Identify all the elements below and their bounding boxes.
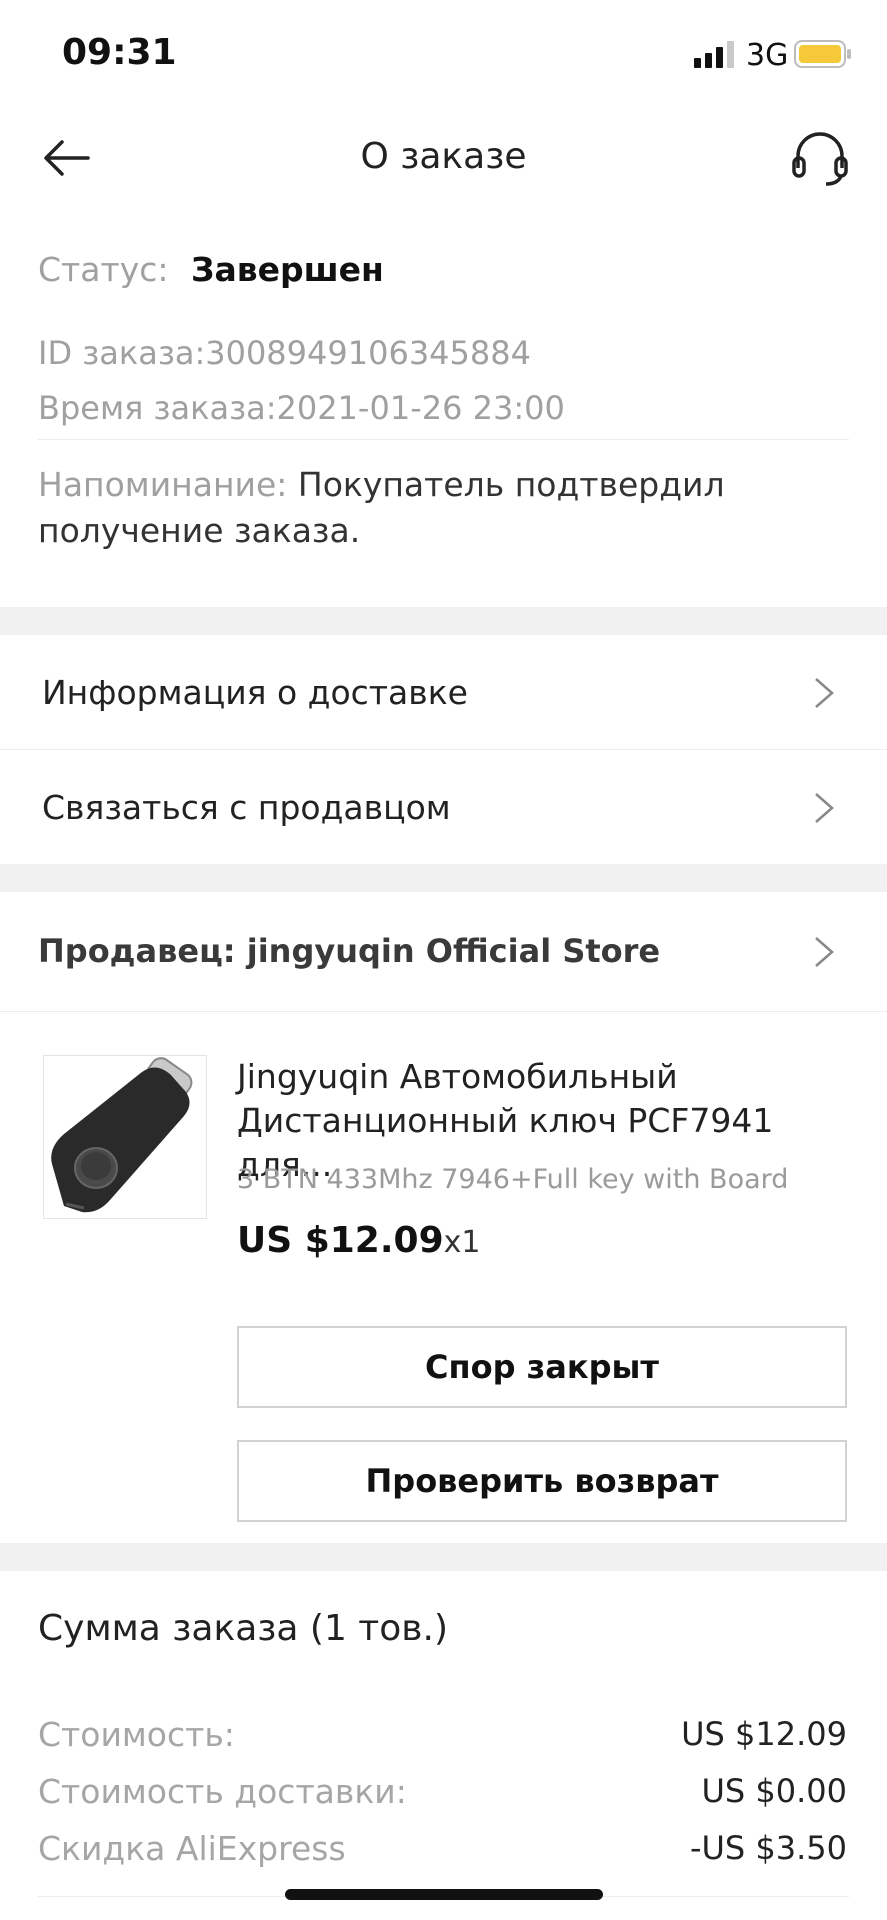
- reminder-text-line1: Покупатель подтвердил: [297, 465, 725, 504]
- car-key-image: [51, 1057, 193, 1213]
- dispute-closed-button[interactable]: Спор закрыт: [237, 1326, 847, 1408]
- summary-row-label: Стоимость доставки:: [38, 1772, 407, 1811]
- status-bar: 09:31 3G: [0, 0, 887, 100]
- status-time: 09:31: [62, 32, 177, 73]
- product-price: US $12.09: [237, 1220, 444, 1261]
- status-value: Завершен: [191, 250, 384, 289]
- chevron-right-icon: [806, 790, 842, 826]
- product-price-row: US $12.09x1: [237, 1220, 480, 1261]
- divider: [0, 1011, 887, 1012]
- seller-row[interactable]: Продавец: jingyuqin Official Store: [0, 892, 887, 1010]
- home-indicator: [285, 1889, 603, 1900]
- section-separator: [0, 864, 887, 892]
- order-status: Статус: Завершен: [38, 250, 384, 289]
- summary-title: Сумма заказа (1 тов.): [38, 1608, 449, 1649]
- contact-seller-label: Связаться с продавцом: [42, 788, 451, 827]
- product-variant: 3 BTN 433Mhz 7946+Full key with Board: [237, 1164, 789, 1195]
- network-type: 3G: [746, 38, 789, 73]
- order-reminder: Напоминание: Покупатель подтвердил получ…: [38, 462, 818, 554]
- summary-row-value: US $12.09: [681, 1715, 847, 1753]
- divider: [38, 439, 849, 440]
- status-label: Статус:: [38, 250, 169, 289]
- product-title-line1: Jingyuqin Автомобильный: [237, 1057, 678, 1096]
- section-separator: [0, 607, 887, 635]
- summary-row-value: US $0.00: [701, 1772, 847, 1810]
- check-return-button[interactable]: Проверить возврат: [237, 1440, 847, 1522]
- chevron-right-icon: [806, 675, 842, 711]
- seller-name: Продавец: jingyuqin Official Store: [38, 932, 661, 970]
- contact-seller-row[interactable]: Связаться с продавцом: [0, 750, 887, 864]
- reminder-label: Напоминание:: [38, 465, 288, 504]
- chevron-right-icon: [806, 934, 842, 970]
- header: О заказе: [0, 100, 887, 210]
- summary-row-label: Стоимость:: [38, 1715, 235, 1754]
- delivery-info-label: Информация о доставке: [42, 673, 468, 712]
- signal-icon: [694, 40, 738, 68]
- product-quantity: x1: [443, 1225, 481, 1260]
- headset-icon[interactable]: [790, 128, 850, 188]
- reminder-text-line2: получение заказа.: [38, 511, 361, 550]
- page-title: О заказе: [360, 136, 527, 177]
- summary-row-value: -US $3.50: [689, 1829, 847, 1867]
- summary-row-label: Скидка AliExpress: [38, 1829, 346, 1868]
- section-separator: [0, 1543, 887, 1571]
- order-id: ID заказа:3008949106345884: [38, 334, 531, 372]
- product-image[interactable]: [43, 1055, 207, 1219]
- battery-icon: [794, 39, 854, 69]
- delivery-info-row[interactable]: Информация о доставке: [0, 635, 887, 749]
- order-time: Время заказа:2021-01-26 23:00: [38, 389, 565, 427]
